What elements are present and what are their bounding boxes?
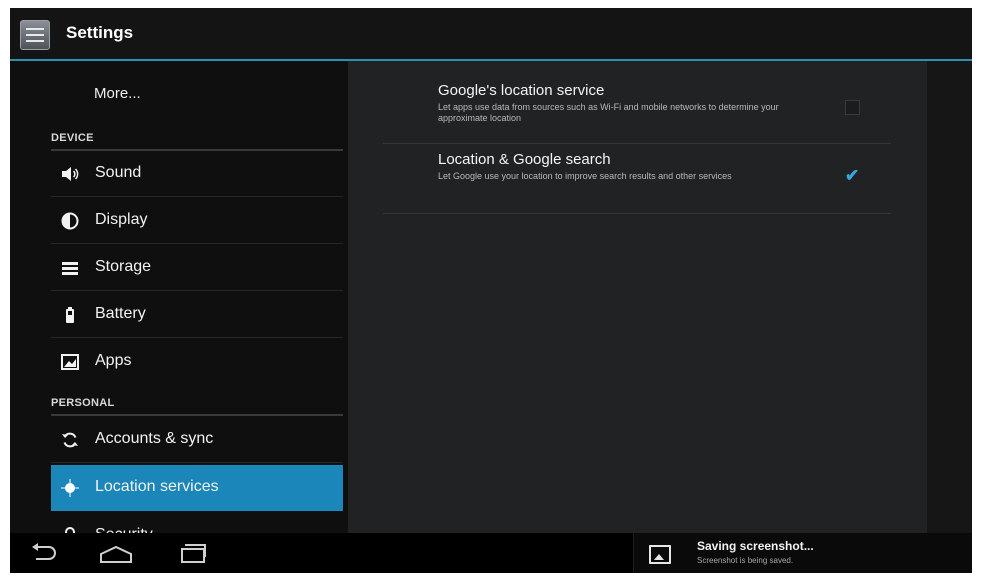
section-header-device: DEVICE xyxy=(51,132,94,144)
location-settings-panel: Google's location service Let apps use d… xyxy=(348,61,927,533)
settings-app-icon[interactable] xyxy=(20,20,50,50)
screenshot-notification[interactable]: Saving screenshot... Screenshot is being… xyxy=(633,533,972,573)
notification-title: Saving screenshot... xyxy=(697,539,814,553)
recent-apps-icon[interactable] xyxy=(178,542,208,564)
notification-subtitle: Screenshot is being saved. xyxy=(697,556,794,565)
image-icon xyxy=(649,545,671,564)
sidebar-item-accounts-sync[interactable]: Accounts & sync xyxy=(51,417,343,463)
sidebar-item-label: Accounts & sync xyxy=(95,430,214,447)
google-location-checkbox[interactable] xyxy=(845,100,860,115)
pref-title: Google's location service xyxy=(438,82,605,99)
sidebar-item-label: Battery xyxy=(95,305,146,322)
sidebar-item-battery[interactable]: Battery xyxy=(51,292,343,338)
sidebar-item-apps[interactable]: Apps xyxy=(51,339,343,385)
volume-icon xyxy=(61,165,79,183)
sidebar-item-label: Location services xyxy=(95,478,219,495)
sidebar-item-display[interactable]: Display xyxy=(51,198,343,244)
home-icon[interactable] xyxy=(98,545,134,563)
section-header-personal: PERSONAL xyxy=(51,397,115,409)
sidebar-item-sound[interactable]: Sound xyxy=(51,151,343,197)
back-icon[interactable] xyxy=(30,543,58,563)
action-bar: Settings xyxy=(10,8,972,61)
battery-icon xyxy=(61,306,79,324)
apps-icon xyxy=(61,353,79,371)
divider xyxy=(383,143,891,144)
storage-icon xyxy=(61,259,79,277)
pref-summary: Let Google use your location to improve … xyxy=(438,171,732,181)
divider xyxy=(383,213,891,214)
sidebar-item-storage[interactable]: Storage xyxy=(51,245,343,291)
display-icon xyxy=(61,212,79,230)
pref-summary: Let apps use data from sources such as W… xyxy=(438,102,779,123)
sync-icon xyxy=(61,431,79,449)
sidebar-item-label: Storage xyxy=(95,258,152,275)
sidebar-item-more[interactable]: More... xyxy=(94,85,141,102)
section-divider xyxy=(51,414,343,416)
location-search-checkbox[interactable]: ✔ xyxy=(845,167,859,184)
sidebar-item-label: Display xyxy=(95,211,148,228)
sidebar-item-label: Sound xyxy=(95,164,142,181)
page-title: Settings xyxy=(66,23,134,42)
settings-sidebar: More... DEVICE Sound Display Storage Bat… xyxy=(10,61,348,544)
system-nav-bar: Saving screenshot... Screenshot is being… xyxy=(10,533,972,573)
sidebar-item-label: Apps xyxy=(95,352,132,369)
pref-title: Location & Google search xyxy=(438,151,611,168)
sidebar-item-location-services[interactable]: Location services xyxy=(51,465,343,511)
location-icon xyxy=(61,479,79,497)
screen: Settings More... DEVICE Sound Display St… xyxy=(10,8,972,573)
panel-margin xyxy=(927,61,972,533)
